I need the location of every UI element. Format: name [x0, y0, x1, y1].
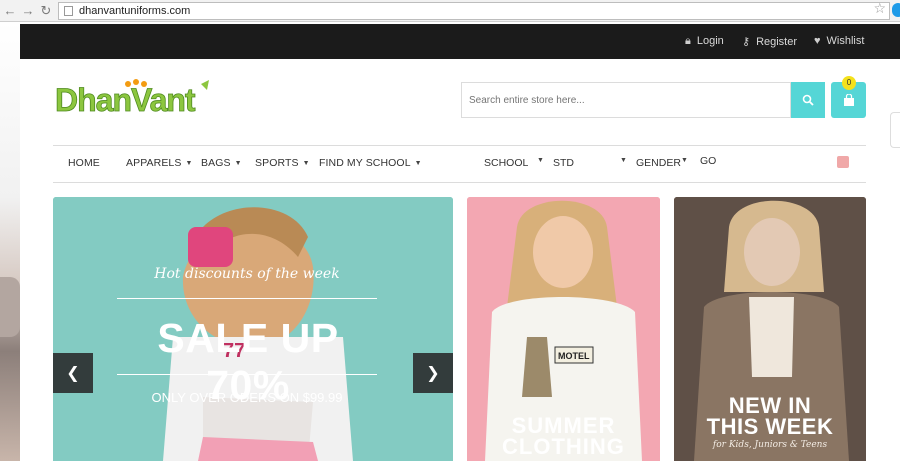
summer-title-line2: CLOTHING [502, 434, 625, 459]
slide-divider [117, 298, 377, 299]
bookmark-star-icon[interactable]: ☆ [873, 0, 886, 17]
nav-sports-label: SPORTS [255, 157, 299, 169]
login-label: Login [696, 35, 724, 47]
logo-paw-dot [141, 81, 147, 87]
nav-apparels-label: APPARELS [126, 157, 182, 169]
gender-select-label: GENDER [636, 157, 681, 169]
phone-icon[interactable] [837, 156, 849, 168]
forward-icon[interactable]: → [20, 3, 36, 19]
shopping-bag-icon [843, 93, 854, 106]
wishlist-label: Wishlist [826, 35, 865, 47]
hero-slider[interactable]: 77 Hot discounts of the week SALE UP 70%… [53, 197, 453, 461]
nav-find-my-school-label: FIND MY SCHOOL [319, 157, 411, 169]
std-select[interactable]: STD [553, 157, 574, 169]
new-in-banner[interactable]: NEW IN THIS WEEK for Kids, Juniors & Tee… [674, 197, 866, 461]
side-panel-tab[interactable] [890, 112, 900, 148]
caret-down-icon: ▼ [185, 160, 193, 167]
chevron-left-icon: ❮ [66, 365, 80, 382]
back-icon[interactable]: ← [2, 3, 18, 19]
caret-down-icon: ▼ [620, 157, 627, 164]
address-bar[interactable]: dhanvantuniforms.com [58, 2, 890, 20]
slide-caption: Hot discounts of the week [154, 266, 340, 282]
key-icon: ⚷ [742, 36, 751, 48]
logo-text: DhanVant [55, 82, 196, 118]
register-link[interactable]: ⚷ Register [742, 35, 797, 48]
summer-clothing-title: SUMMER CLOTHING [467, 413, 660, 459]
nav-bags-label: BAGS [201, 157, 231, 169]
std-select-label: STD [553, 157, 574, 169]
logo-paw-dot [125, 81, 131, 87]
nav-divider-top [53, 145, 866, 146]
nav-divider-bottom [53, 182, 866, 183]
nav-home-label: HOME [68, 157, 100, 169]
cart-count-badge: 0 [842, 76, 856, 90]
search-icon [802, 94, 814, 106]
caret-down-icon: ▼ [234, 160, 242, 167]
nav-find-my-school[interactable]: FIND MY SCHOOL ▼ [319, 157, 422, 169]
slide-subline: ONLY OVER ODERS ON $99.99 [151, 390, 343, 405]
search-box[interactable] [461, 82, 791, 118]
site-logo[interactable]: DhanVant [53, 78, 223, 126]
login-link[interactable]: 🔒︎ Login [685, 35, 724, 48]
nav-home[interactable]: HOME [68, 157, 100, 169]
reload-icon[interactable]: ↻ [38, 3, 54, 19]
nav-bags[interactable]: BAGS ▼ [201, 157, 242, 169]
slider-next-button[interactable]: ❯ [413, 353, 453, 393]
nav-apparels[interactable]: APPARELS ▼ [126, 157, 193, 169]
search-input[interactable] [462, 83, 790, 117]
new-in-title-line1: NEW IN [728, 393, 812, 418]
caret-down-icon: ▼ [302, 160, 310, 167]
caret-down-icon: ▼ [414, 160, 422, 167]
caret-down-icon: ▼ [537, 157, 544, 164]
extension-icon[interactable] [892, 3, 900, 17]
new-in-title-line2: THIS WEEK [706, 414, 834, 439]
go-button-label: GO [700, 155, 717, 167]
chevron-right-icon: ❯ [426, 365, 440, 382]
register-label: Register [756, 36, 798, 48]
logo-paw-dot [133, 79, 139, 85]
summer-title-line1: SUMMER [511, 413, 616, 438]
gender-select[interactable]: GENDER [636, 157, 681, 169]
nav-sports[interactable]: SPORTS ▼ [255, 157, 310, 169]
slide-divider [117, 374, 377, 375]
new-in-subtitle: for Kids, Juniors & Teens [712, 440, 828, 450]
caret-down-icon: ▼ [681, 157, 688, 164]
search-button[interactable] [791, 82, 825, 118]
heart-icon: ♥ [814, 35, 821, 47]
slider-prev-button[interactable]: ❮ [53, 353, 93, 393]
shirt-text: MOTEL [558, 351, 590, 361]
background-image [0, 277, 20, 337]
new-in-title: NEW IN THIS WEEK [674, 393, 866, 439]
url-text: dhanvantuniforms.com [79, 5, 191, 17]
school-select[interactable]: SCHOOL [484, 157, 528, 169]
school-select-label: SCHOOL [484, 157, 529, 169]
wishlist-link[interactable]: ♥ Wishlist [814, 35, 864, 47]
summer-clothing-banner[interactable]: MOTEL SUMMER CLOTHING [467, 197, 660, 461]
page-icon [64, 6, 73, 16]
lock-icon: 🔒︎ [685, 35, 691, 47]
logo-leaf [201, 80, 209, 90]
go-button[interactable]: GO [700, 155, 716, 167]
background-window-edge [0, 22, 20, 461]
browser-toolbar: ← → ↻ dhanvantuniforms.com ☆ [0, 0, 900, 22]
top-bar: 🔒︎ Login ⚷ Register ♥ Wishlist [20, 24, 900, 59]
